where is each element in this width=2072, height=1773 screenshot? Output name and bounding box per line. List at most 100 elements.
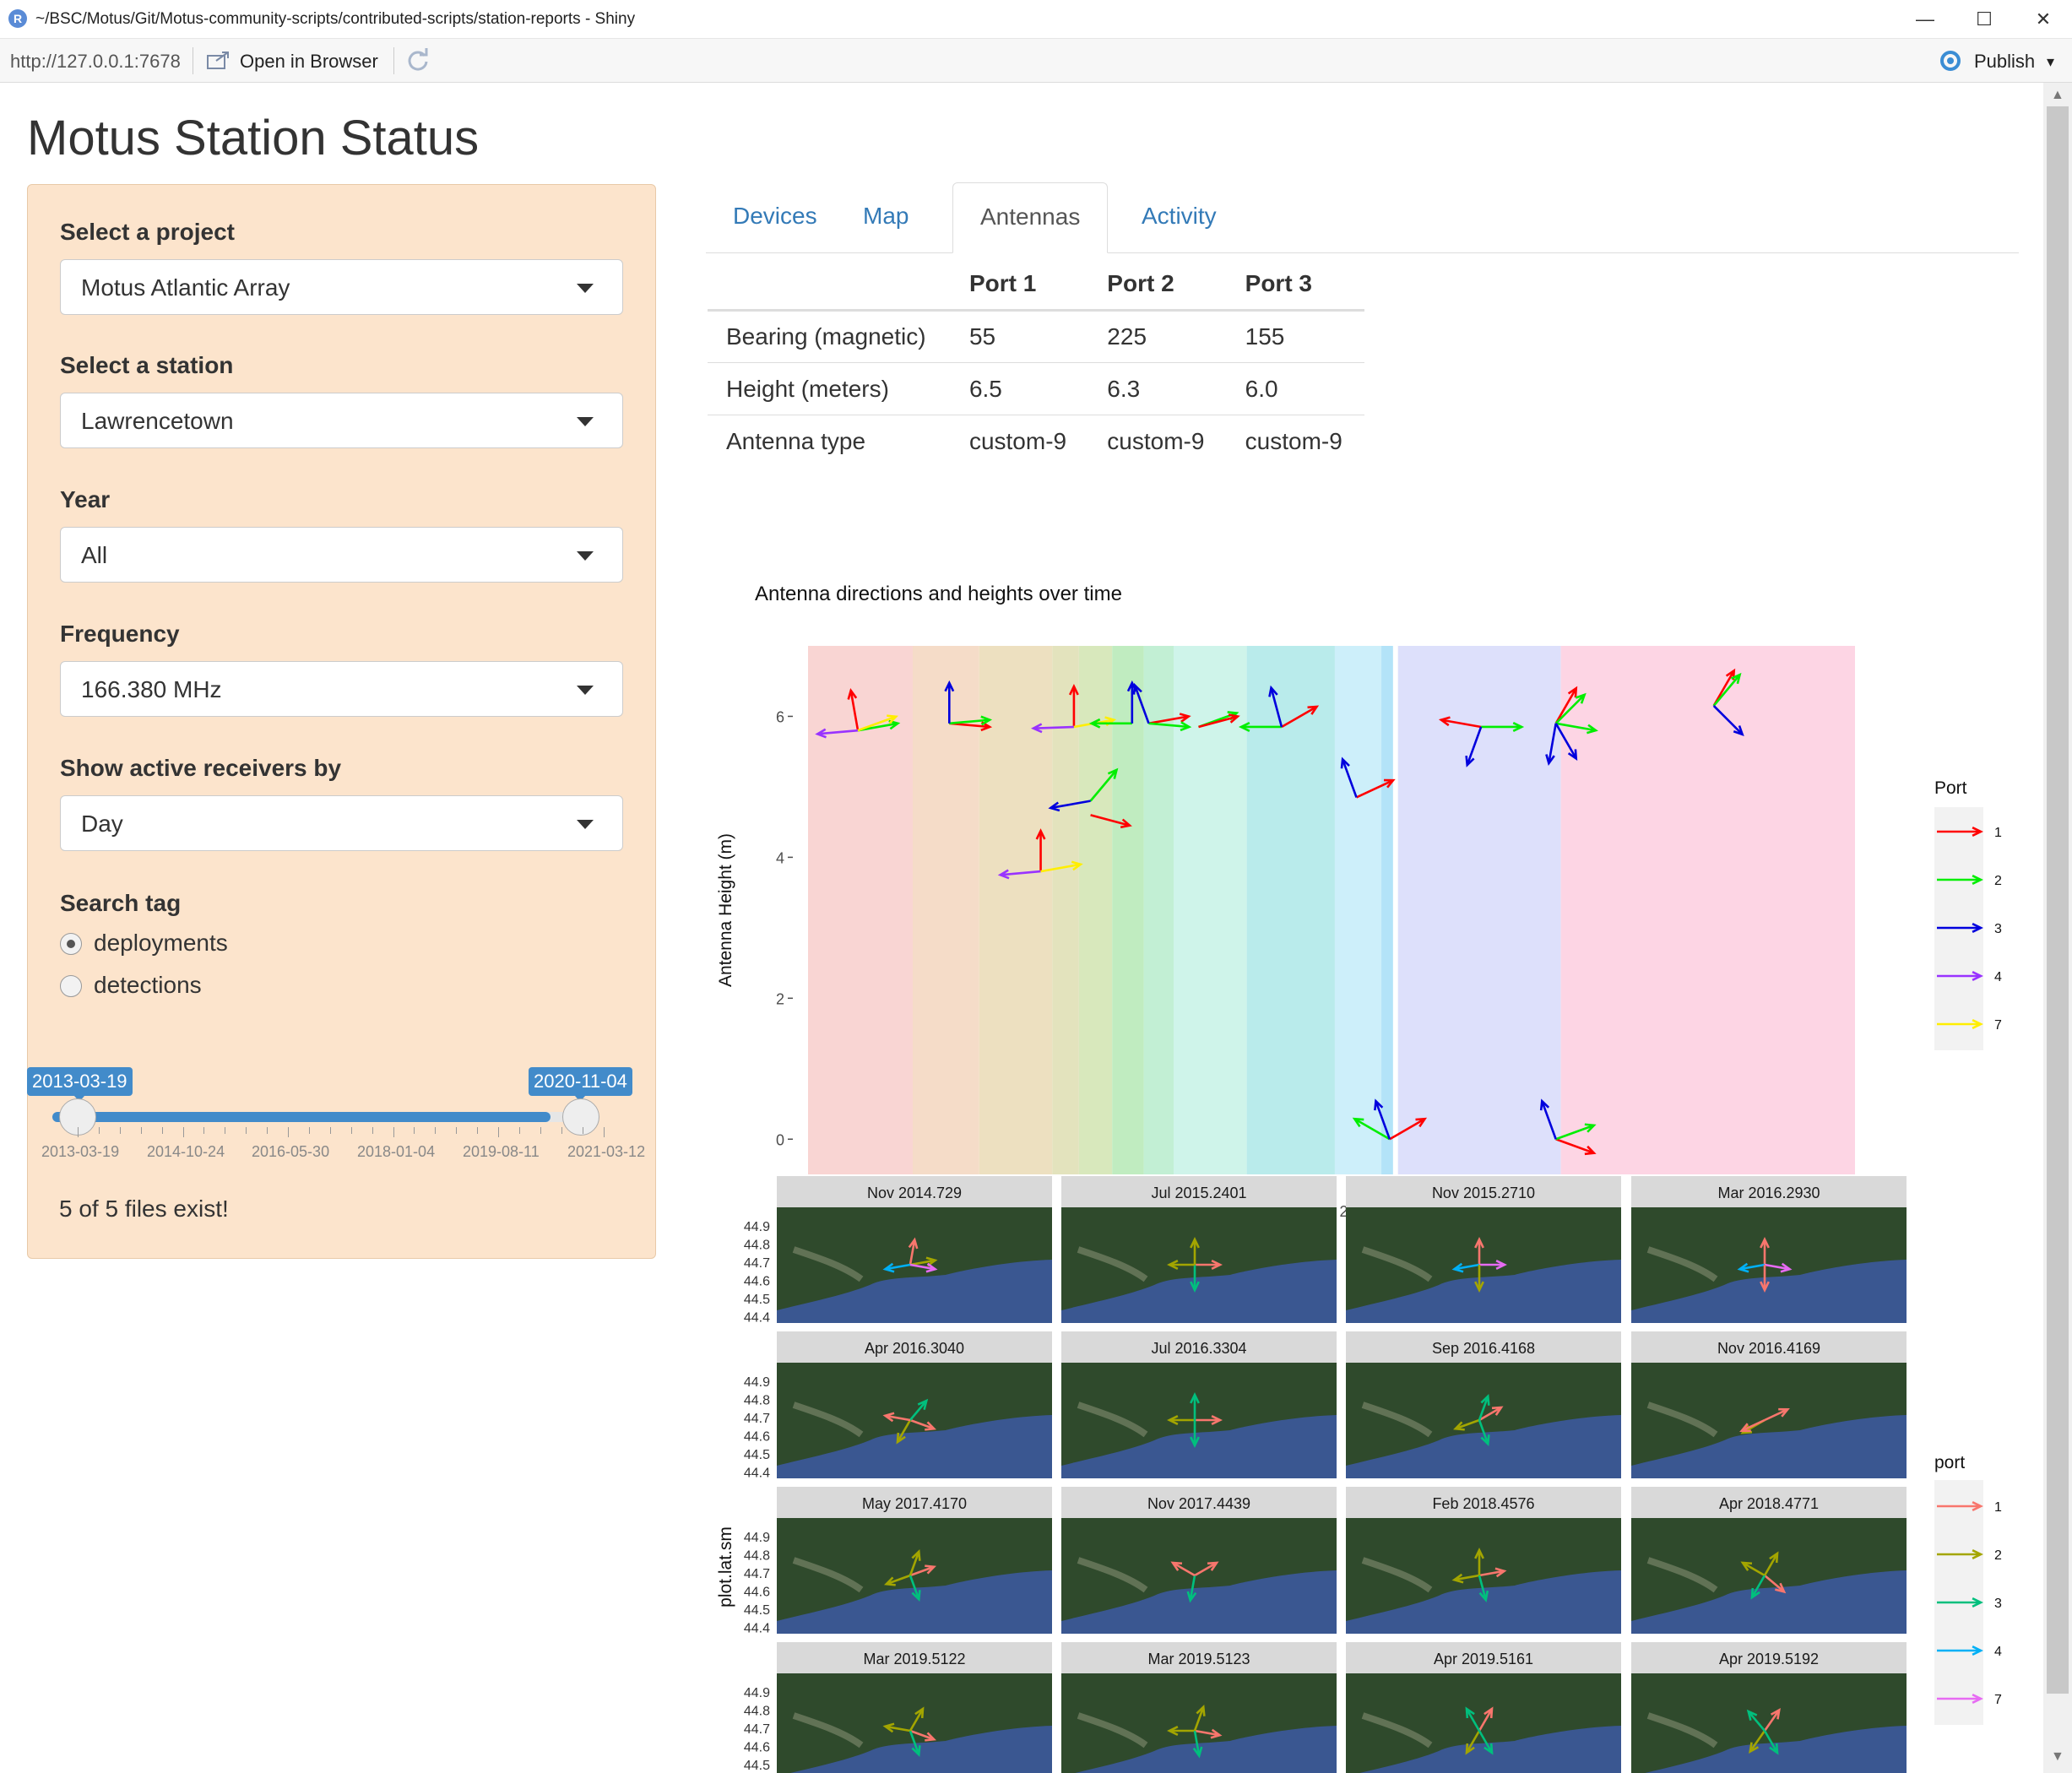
date-slider-selected-range[interactable] xyxy=(52,1112,551,1122)
radio-button[interactable] xyxy=(60,975,82,997)
radio-detections-label: detections xyxy=(94,972,202,998)
close-button[interactable]: ✕ xyxy=(2026,5,2060,34)
y-tick-label: 44.6 xyxy=(744,1430,770,1445)
y-tick-label: 44.9 xyxy=(744,1220,770,1234)
vertical-scrollbar[interactable]: ▲ ▼ xyxy=(2043,83,2072,1773)
open-in-browser-icon[interactable] xyxy=(206,51,231,71)
project-label: Select a project xyxy=(60,219,235,245)
y-tick-label: 44.5 xyxy=(744,1293,770,1307)
table-row: Bearing (magnetic) 55 225 155 xyxy=(708,310,1364,363)
slider-tick-mark xyxy=(140,1127,142,1134)
minimize-button[interactable]: — xyxy=(1908,5,1942,34)
year-select[interactable]: All xyxy=(60,527,623,583)
facet-strip-label: Apr 2018.4771 xyxy=(1719,1495,1819,1512)
antenna-table: Port 1 Port 2 Port 3 Bearing (magnetic) … xyxy=(708,258,1364,468)
slider-tick-mark xyxy=(414,1127,415,1134)
y-tick-label: 44.4 xyxy=(744,1467,770,1481)
receivers-select[interactable]: Day xyxy=(60,795,623,851)
chevron-down-icon xyxy=(577,417,594,426)
deployment-period-band xyxy=(1246,646,1335,1174)
legend-entry-label: 2 xyxy=(1994,874,2002,888)
slider-tick-mark xyxy=(329,1127,331,1134)
facet-strip-label: Nov 2017.4439 xyxy=(1147,1495,1250,1512)
slider-tick-label: 2016-05-30 xyxy=(252,1143,330,1160)
project-select[interactable]: Motus Atlantic Array xyxy=(60,259,623,315)
publish-dropdown-caret[interactable]: ▾ xyxy=(2047,53,2054,71)
frequency-select-value: 166.380 MHz xyxy=(81,676,222,702)
slider-tick-mark xyxy=(372,1127,373,1134)
y-tick-label: 44.6 xyxy=(744,1275,770,1289)
y-tick-label: 44.6 xyxy=(744,1741,770,1755)
table-row: Height (meters) 6.5 6.3 6.0 xyxy=(708,362,1364,415)
facet-panel: May 2017.4170 xyxy=(777,1487,1052,1634)
publish-button[interactable]: Publish xyxy=(1974,51,2035,73)
facet-panel: Jul 2016.3304 xyxy=(1061,1331,1337,1478)
y-tick-label: 44.9 xyxy=(744,1686,770,1700)
tab-activity[interactable]: Activity xyxy=(1115,182,1244,253)
y-tick-label: 44.9 xyxy=(744,1531,770,1545)
scroll-up-arrow-icon[interactable]: ▲ xyxy=(2051,88,2064,103)
antenna-facet-maps-chart: Nov 2014.729 44.9 44.8 44.7 44.6 44.5 44.4 Jul … xyxy=(716,1176,2002,1773)
radio-deployments-label: deployments xyxy=(94,930,228,956)
facet-strip-label: Jul 2016.3304 xyxy=(1151,1340,1246,1357)
facet-panel: Nov 2015.2710 xyxy=(1346,1176,1621,1323)
station-select-value: Lawrencetown xyxy=(81,408,234,434)
slider-tick-label: 2019-08-11 xyxy=(463,1143,540,1160)
frequency-select[interactable]: 166.380 MHz xyxy=(60,661,623,717)
facet-strip-label: Feb 2018.4576 xyxy=(1432,1495,1534,1512)
slider-tick-mark xyxy=(246,1127,247,1134)
scrollbar-thumb[interactable] xyxy=(2047,106,2069,1694)
y-tick-label: 44.5 xyxy=(744,1448,770,1462)
tab-antennas[interactable]: Antennas xyxy=(952,182,1109,253)
y-tick-label: 2 xyxy=(776,990,784,1007)
legend-entry-label: 1 xyxy=(1994,1500,2002,1515)
facet-strip-label: Nov 2016.4169 xyxy=(1717,1340,1820,1357)
deployment-period-band xyxy=(1560,646,1855,1174)
table-cell: Antenna type xyxy=(708,415,951,468)
window-title: ~/BSC/Motus/Git/Motus-community-scripts/… xyxy=(35,10,636,28)
open-in-browser-button[interactable]: Open in Browser xyxy=(240,51,378,73)
maximize-button[interactable]: ☐ xyxy=(1967,5,2001,34)
refresh-icon[interactable] xyxy=(405,47,431,73)
slider-tick-mark xyxy=(119,1127,121,1134)
viewer-toolbar: http://127.0.0.1:7678 Open in Browser Pu… xyxy=(0,39,2072,83)
table-cell: custom-9 xyxy=(1088,415,1227,468)
facet-strip-label: Nov 2014.729 xyxy=(867,1185,962,1201)
table-header-cell: Port 3 xyxy=(1226,258,1364,312)
y-tick-label: 44.7 xyxy=(744,1722,770,1737)
legend-entry-label: 7 xyxy=(1994,1018,2002,1033)
arrow-shaft xyxy=(1033,725,1074,729)
table-cell: custom-9 xyxy=(1226,415,1364,468)
deployment-period-band xyxy=(1334,646,1382,1174)
slider-tick-label: 2021-03-12 xyxy=(567,1143,646,1160)
slider-tick-mark xyxy=(98,1127,100,1134)
slider-tick-mark xyxy=(477,1127,479,1134)
table-cell: 6.5 xyxy=(950,362,1089,415)
y-tick-label: 44.8 xyxy=(744,1394,770,1408)
slider-to-handle[interactable] xyxy=(562,1098,599,1136)
window-titlebar: R ~/BSC/Motus/Git/Motus-community-script… xyxy=(0,0,2072,39)
table-cell: 55 xyxy=(950,310,1089,363)
facet-panel: Mar 2016.2930 xyxy=(1631,1176,1907,1323)
table-cell: 225 xyxy=(1088,310,1227,363)
station-select[interactable]: Lawrencetown xyxy=(60,393,623,448)
deployment-period-band xyxy=(1397,646,1561,1174)
slider-tick-mark xyxy=(393,1127,394,1137)
url-display[interactable]: http://127.0.0.1:7678 xyxy=(10,51,181,73)
tab-devices[interactable]: Devices xyxy=(706,182,844,253)
radio-button-selected[interactable] xyxy=(60,933,82,955)
chart-title: Antenna directions and heights over time xyxy=(755,583,1122,605)
facet-panel: Feb 2018.4576 xyxy=(1346,1487,1621,1634)
y-tick-label: 44.9 xyxy=(744,1375,770,1390)
slider-tick-mark xyxy=(456,1127,458,1134)
table-row: Antenna type custom-9 custom-9 custom-9 xyxy=(708,415,1364,468)
facet-panel: Apr 2018.4771 xyxy=(1631,1487,1907,1634)
facet-panel: Mar 2019.5123 xyxy=(1061,1642,1337,1773)
station-label: Select a station xyxy=(60,352,234,378)
scroll-down-arrow-icon[interactable]: ▼ xyxy=(2051,1749,2064,1765)
tab-map[interactable]: Map xyxy=(836,182,936,253)
publish-icon[interactable] xyxy=(1939,49,1967,73)
table-cell: 6.3 xyxy=(1088,362,1227,415)
table-cell: 155 xyxy=(1226,310,1364,363)
toolbar-divider xyxy=(393,47,394,74)
